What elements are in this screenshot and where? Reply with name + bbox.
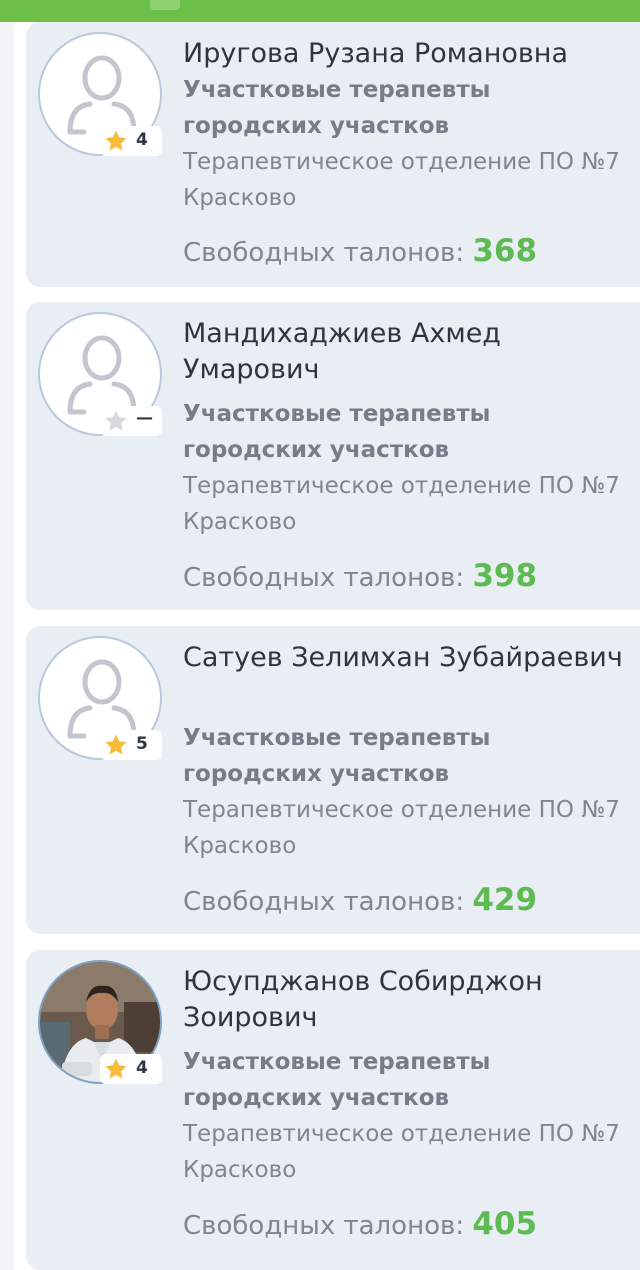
- free-tickets: Свободных талонов: 429: [183, 882, 537, 920]
- star-icon: [105, 1058, 127, 1079]
- doctor-name[interactable]: Иругова Рузана Романовна: [183, 36, 633, 72]
- star-icon: [105, 130, 127, 151]
- rating-badge: 5: [100, 730, 162, 760]
- star-icon: [105, 410, 127, 431]
- free-tickets-label: Свободных талонов:: [183, 1211, 473, 1241]
- doctor-department: Терапевтическое отделение ПО №7 Красково: [183, 1121, 620, 1183]
- doctor-name[interactable]: Сатуев Зелимхан Зубайраевич: [183, 640, 633, 676]
- free-tickets: Свободных талонов: 398: [183, 558, 537, 596]
- doctor-name[interactable]: Мандихаджиев Ахмед Умарович: [183, 316, 633, 388]
- rating-value: 4: [136, 1058, 148, 1078]
- free-tickets-count: 368: [472, 233, 538, 269]
- avatar: 4: [38, 32, 166, 160]
- doctor-specialty: Участковые терапевты городских участков: [183, 725, 491, 787]
- free-tickets: Свободных талонов: 368: [183, 233, 537, 271]
- rating-badge: 4: [100, 126, 162, 156]
- rating-value: 5: [136, 734, 148, 754]
- doctor-card[interactable]: — Мандихаджиев Ахмед Умарович Участковые…: [26, 302, 640, 610]
- star-icon: [105, 734, 127, 755]
- doctor-department: Терапевтическое отделение ПО №7 Красково: [183, 473, 620, 535]
- free-tickets-count: 405: [472, 1206, 538, 1242]
- doctor-name[interactable]: Юсупджанов Собирджон Зоирович: [183, 964, 633, 1036]
- left-edge-strip: [0, 22, 14, 1270]
- top-bar-tab-indicator: [150, 0, 180, 10]
- avatar: 4: [38, 960, 166, 1088]
- doctor-card[interactable]: 5 Сатуев Зелимхан Зубайраевич Участковые…: [26, 626, 640, 934]
- free-tickets: Свободных талонов: 405: [183, 1206, 537, 1244]
- avatar: —: [38, 312, 166, 440]
- free-tickets-label: Свободных талонов:: [183, 238, 473, 268]
- free-tickets-label: Свободных талонов:: [183, 563, 473, 593]
- top-accent-bar: [0, 0, 640, 22]
- doctor-card[interactable]: 4 Иругова Рузана Романовна Участковые те…: [26, 22, 640, 287]
- doctor-department: Терапевтическое отделение ПО №7 Красково: [183, 797, 620, 859]
- doctor-specialty: Участковые терапевты городских участков: [183, 77, 491, 139]
- doctor-specialty: Участковые терапевты городских участков: [183, 1049, 491, 1111]
- doctor-specialty: Участковые терапевты городских участков: [183, 401, 491, 463]
- rating-value: —: [136, 408, 153, 428]
- rating-value: 4: [136, 130, 148, 150]
- rating-badge: —: [100, 406, 162, 436]
- free-tickets-count: 429: [472, 882, 538, 918]
- rating-badge: 4: [100, 1054, 162, 1084]
- free-tickets-label: Свободных талонов:: [183, 887, 473, 917]
- free-tickets-count: 398: [472, 558, 538, 594]
- doctor-card[interactable]: 4 Юсупджанов Собирджон Зоирович Участков…: [26, 950, 640, 1270]
- avatar: 5: [38, 636, 166, 764]
- doctor-department: Терапевтическое отделение ПО №7 Красково: [183, 149, 620, 211]
